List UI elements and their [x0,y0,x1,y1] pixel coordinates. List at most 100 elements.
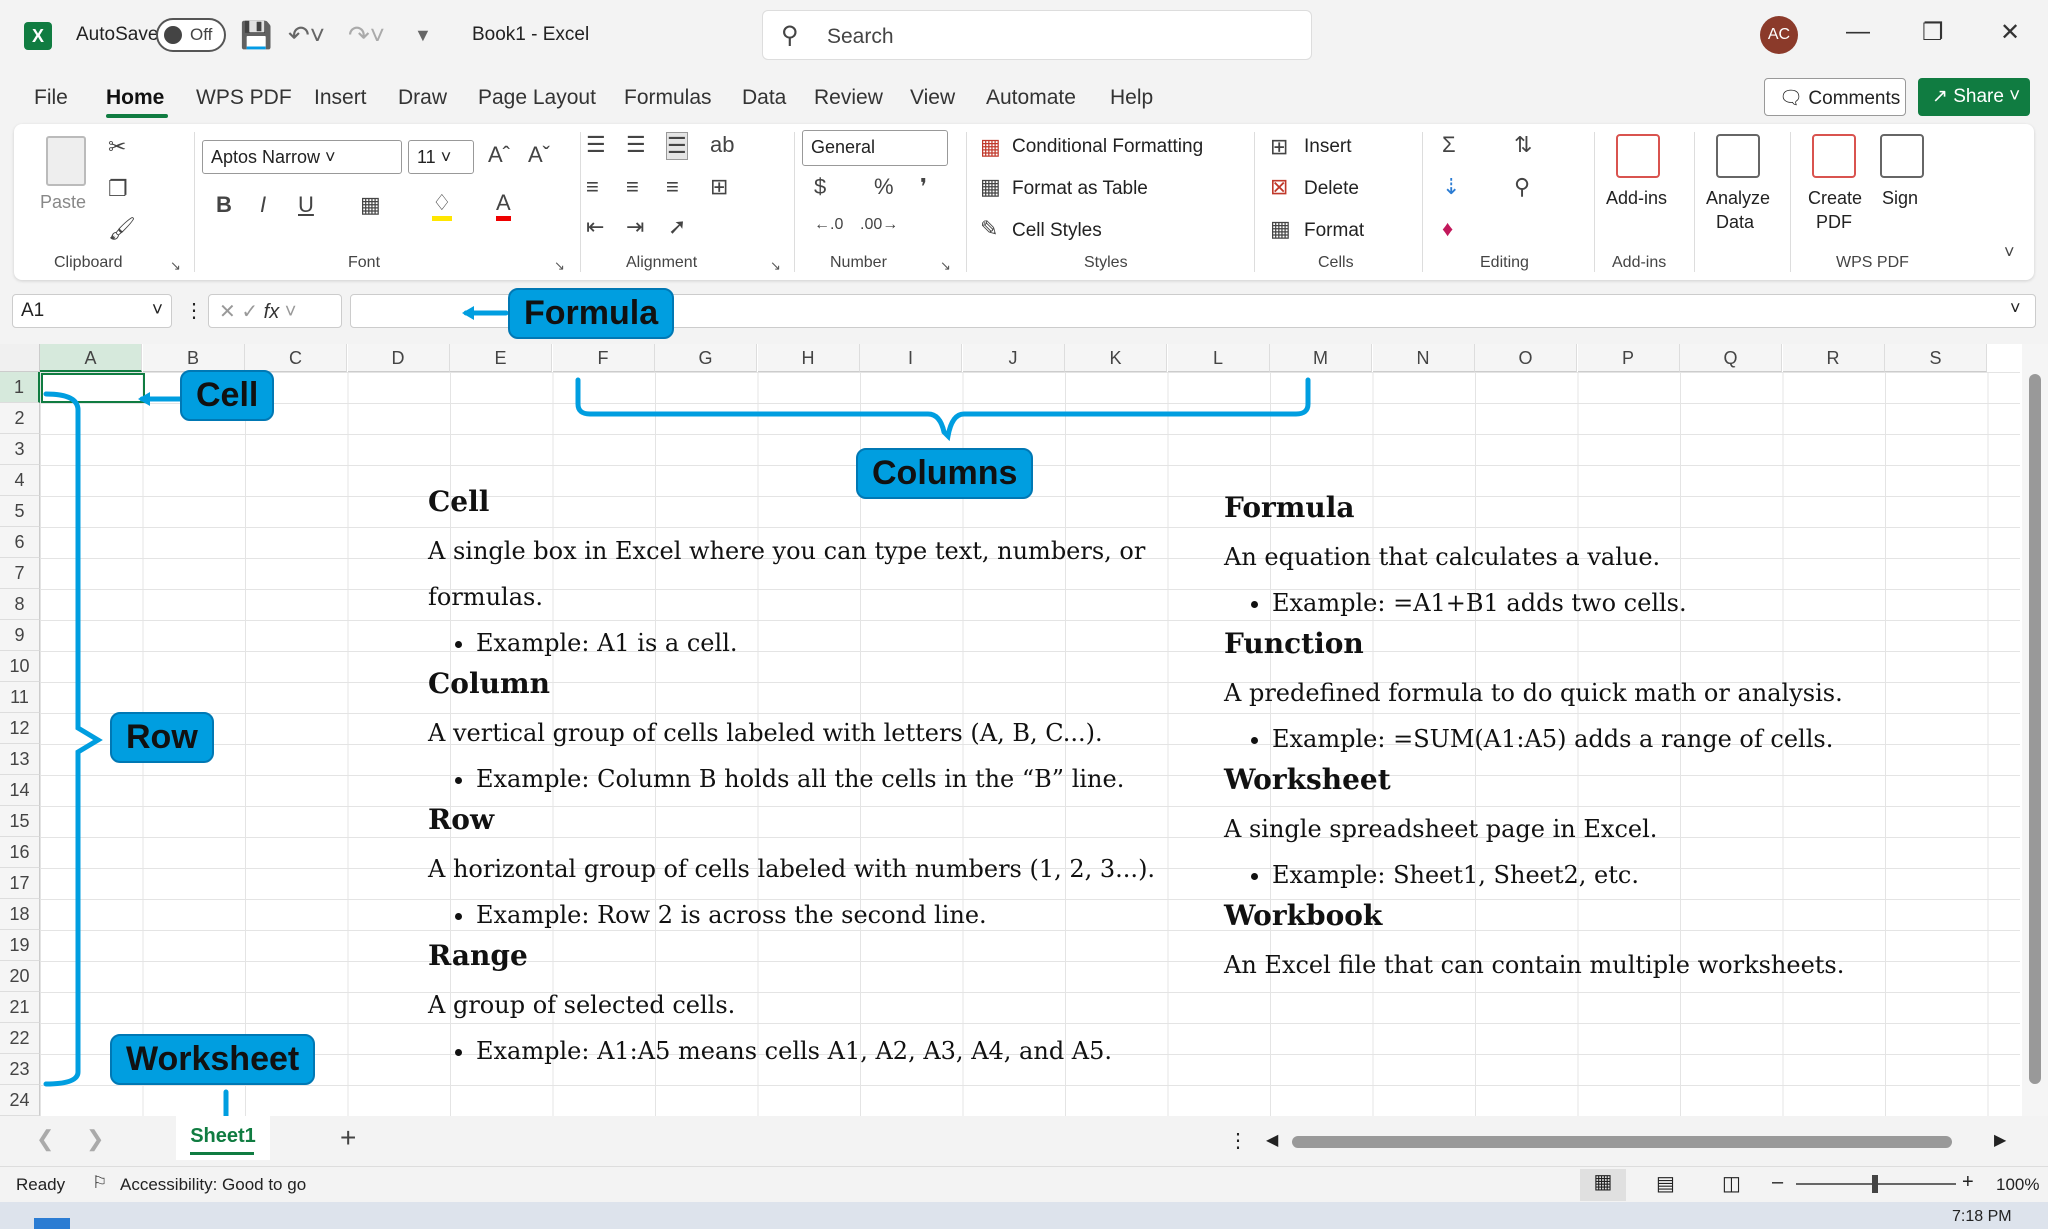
redo-icon[interactable]: ↷˅ [348,20,385,50]
increase-font-icon[interactable]: Aˆ [488,142,510,168]
conditional-formatting-icon[interactable]: ▦ [980,134,1001,160]
tab-help[interactable]: Help [1110,86,1153,110]
row-header[interactable]: 4 [0,465,40,496]
column-header[interactable]: N [1372,344,1475,372]
column-header[interactable]: O [1475,344,1577,372]
column-header[interactable]: A [40,344,142,372]
tab-page-layout[interactable]: Page Layout [478,86,596,110]
increase-indent-icon[interactable]: ⇥ [626,214,644,240]
font-family-select[interactable]: Aptos Narrow ˅ [202,140,402,174]
row-header[interactable]: 9 [0,620,40,651]
format-painter-icon[interactable]: 🖌 [108,216,136,242]
fill-color-icon[interactable]: ♢ [432,190,452,221]
decrease-font-icon[interactable]: Aˇ [528,142,550,168]
row-header[interactable]: 15 [0,806,40,837]
cell-styles-icon[interactable]: ✎ [980,216,998,242]
column-header[interactable]: K [1065,344,1167,372]
row-header[interactable]: 13 [0,744,40,775]
row-header[interactable]: 22 [0,1023,40,1054]
row-header[interactable]: 21 [0,992,40,1023]
clipboard-launcher-icon[interactable]: ↘ [170,258,181,274]
format-as-table-icon[interactable]: ▦ [980,174,1001,200]
row-header[interactable]: 7 [0,558,40,589]
underline-icon[interactable]: U [298,192,314,218]
scroll-right-icon[interactable]: ▶ [1994,1130,2006,1150]
column-header[interactable]: J [962,344,1065,372]
column-header[interactable]: E [450,344,552,372]
customize-toolbar-icon[interactable]: ▼ [414,20,432,50]
fill-icon[interactable]: ⇣ [1442,174,1460,200]
collapse-ribbon-icon[interactable]: ˅ [2004,242,2015,263]
select-all-corner[interactable] [0,344,40,372]
fx-icon[interactable]: fx [264,301,280,323]
copy-icon[interactable]: ❐ [108,176,128,202]
horizontal-scrollbar[interactable]: ◀ ▶ [1262,1130,2012,1152]
row-header[interactable]: 1 [0,372,40,403]
create-pdf-icon[interactable] [1812,134,1856,178]
row-header[interactable]: 20 [0,961,40,992]
align-left-icon[interactable]: ≡ [586,174,599,200]
column-header[interactable]: H [757,344,860,372]
horizontal-scroll-thumb[interactable] [1292,1136,1952,1148]
align-right-icon[interactable]: ≡ [666,174,679,200]
merge-center-icon[interactable]: ⊞ [710,174,728,200]
zoom-level[interactable]: 100% [1996,1175,2039,1195]
insert-cells-icon[interactable]: ⊞ [1270,134,1288,160]
italic-icon[interactable]: I [260,192,266,218]
clear-icon[interactable]: ♦ [1442,216,1453,242]
autosave-toggle[interactable]: Off [156,18,226,52]
tab-view[interactable]: View [910,86,955,110]
borders-icon[interactable]: ▦ [360,192,381,218]
add-ins-icon[interactable] [1616,134,1660,178]
decrease-indent-icon[interactable]: ⇤ [586,214,604,240]
find-select-icon[interactable]: ⚲ [1514,174,1530,200]
save-icon[interactable]: 💾 [240,20,272,50]
tab-home[interactable]: Home [106,86,164,110]
format-as-table-button[interactable]: Format as Table [1012,178,1148,200]
row-header[interactable]: 2 [0,403,40,434]
decrease-decimal-icon[interactable]: .00→ [860,216,898,234]
page-layout-view-icon[interactable]: ▤ [1656,1171,1675,1196]
align-top-icon[interactable]: ☰ [586,132,606,158]
analyze-data-icon[interactable] [1716,134,1760,178]
tab-draw[interactable]: Draw [398,86,447,110]
normal-view-icon[interactable]: ▦ [1580,1169,1626,1201]
tab-automate[interactable]: Automate [986,86,1076,110]
add-sheet-button[interactable]: + [340,1122,356,1154]
row-header[interactable]: 18 [0,899,40,930]
vertical-scroll-thumb[interactable] [2029,374,2041,1084]
share-button[interactable]: ↗ Share ˅ [1918,78,2030,116]
prev-sheet-icon[interactable]: ❮ [36,1126,54,1152]
row-header[interactable]: 23 [0,1054,40,1085]
row-header[interactable]: 11 [0,682,40,713]
orientation-icon[interactable]: ➚ [668,214,686,240]
column-header[interactable]: S [1885,344,1987,372]
column-header[interactable]: D [347,344,450,372]
analyze-data-line1[interactable]: Analyze [1706,188,1770,209]
tab-file[interactable]: File [34,86,68,110]
number-format-select[interactable]: General [802,130,948,166]
delete-cells-icon[interactable]: ⊠ [1270,174,1288,200]
bold-icon[interactable]: B [216,192,232,218]
vertical-scrollbar[interactable] [2022,344,2048,1116]
cell-styles-button[interactable]: Cell Styles [1012,220,1102,242]
font-size-select[interactable]: 11 ˅ [408,140,474,174]
analyze-data-line2[interactable]: Data [1716,212,1754,233]
increase-decimal-icon[interactable]: ←.0 [814,216,843,234]
name-box[interactable]: A1 ˅ [12,294,172,328]
row-header[interactable]: 8 [0,589,40,620]
row-header[interactable]: 6 [0,527,40,558]
row-header[interactable]: 16 [0,837,40,868]
page-break-view-icon[interactable]: ◫ [1722,1171,1741,1196]
align-middle-icon[interactable]: ☰ [626,132,646,158]
cut-icon[interactable]: ✂ [108,134,126,160]
restore-icon[interactable]: ❐ [1922,18,1944,47]
align-bottom-icon[interactable]: ☰ [666,132,688,160]
font-color-icon[interactable]: A [496,190,511,221]
selected-cell[interactable] [41,373,145,403]
column-header[interactable]: C [245,344,347,372]
sign-button[interactable]: Sign [1882,188,1918,209]
wrap-text-icon[interactable]: ab [710,132,734,158]
column-header[interactable]: I [860,344,962,372]
scroll-left-icon[interactable]: ◀ [1266,1130,1278,1150]
